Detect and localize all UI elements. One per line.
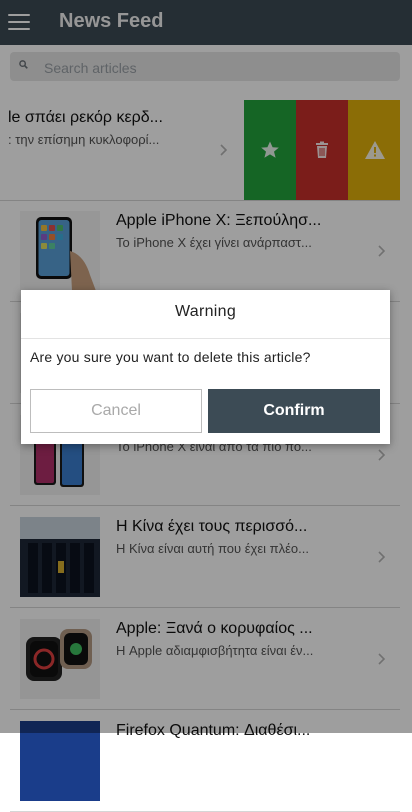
article-thumbnail [20, 721, 100, 801]
cancel-button[interactable]: Cancel [30, 389, 202, 433]
warning-dialog: Warning Are you sure you want to delete … [21, 290, 390, 444]
firefox-image [20, 721, 100, 801]
confirm-button[interactable]: Confirm [208, 389, 380, 433]
dialog-divider [21, 338, 390, 339]
dialog-message: Are you sure you want to delete this art… [30, 349, 311, 365]
dialog-title: Warning [174, 303, 237, 320]
